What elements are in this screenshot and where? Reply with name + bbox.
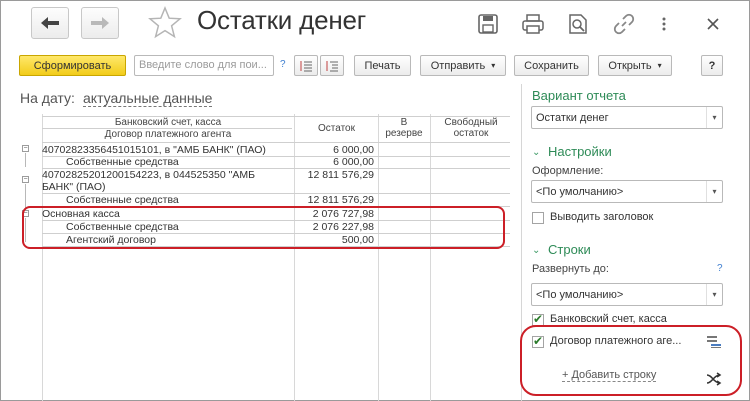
group-line [25,153,26,167]
chevron-down-icon[interactable]: ⌄ [532,147,540,158]
column-divider [378,114,379,401]
bank-account-label: Банковский счет, касса [550,313,667,325]
collapse-group-toggle[interactable]: − [22,145,29,152]
link-icon [613,13,635,35]
chevron-down-icon: ▾ [706,284,722,305]
table-row-balance: 6 000,00 [333,156,374,168]
expand-select[interactable]: <По умолчанию> ▾ [531,283,723,306]
header-reserve-line1: В [400,117,408,128]
preview-icon [569,14,587,34]
send-dropdown-icon: ▾ [491,61,496,70]
header-free-line1: Свободный [444,117,498,128]
send-button[interactable]: Отправить ▾ [420,55,506,76]
list-alt-icon [326,60,338,71]
show-header-label: Выводить заголовок [550,211,654,223]
list-alt-button[interactable] [320,55,344,76]
save-file-button[interactable] [476,12,500,36]
report-table: Банковский счет, касса Договор платежног… [20,114,512,401]
column-divider [42,114,43,401]
forward-button[interactable] [81,7,119,39]
back-button[interactable] [31,7,69,39]
header-free-line2: остаток [453,128,489,139]
header-balance: Остаток [318,123,355,134]
column-divider [430,114,431,401]
save-button[interactable]: Сохранить [514,55,589,76]
more-button[interactable] [657,17,671,31]
variant-select[interactable]: Остатки денег ▾ [531,106,723,129]
header-agent-contract: Договор платежного агента [104,129,232,140]
save-icon [478,14,498,34]
more-vertical-icon [662,17,666,31]
back-arrow-icon [41,17,59,29]
table-row-subitem[interactable]: Собственные средства [66,156,179,168]
table-row-balance: 12 811 576,29 [307,169,374,181]
open-label: Открыть [608,59,652,72]
print-button[interactable] [521,12,545,36]
table-row-balance: 6 000,00 [333,144,374,156]
settings-section-title[interactable]: Настройки [548,144,612,159]
expand-label: Развернуть до: [532,263,609,275]
table-row-account-name[interactable]: 40702825201200154223, в 044525350 "АМБ [42,169,255,181]
chevron-down-icon: ▾ [706,107,722,128]
title-bar: Остатки денег [1,1,749,45]
help-button[interactable]: ? [701,55,723,76]
close-button[interactable] [701,12,725,36]
header-reserve-line2: резерве [385,128,423,139]
link-button[interactable] [612,12,636,36]
table-row-balance: 12 811 576,29 [307,194,374,206]
expand-help-icon[interactable]: ? [717,263,723,274]
date-value-link[interactable]: актуальные данные [83,90,213,107]
show-header-checkbox[interactable] [532,212,544,224]
expand-select-value: <По умолчанию> [536,289,624,301]
chevron-down-icon: ▾ [706,181,722,202]
toolbar: Сформировать Введите слово для пои... ? … [0,55,750,77]
highlight-box [22,206,505,249]
design-select-value: <По умолчанию> [536,186,624,198]
header-bottom-line [42,142,510,143]
send-label: Отправить [430,59,486,72]
generate-button[interactable]: Сформировать [19,55,126,76]
date-label: На дату: [20,90,75,106]
variant-select-value: Остатки денег [536,112,609,124]
table-row-account-name-cont: БАНК" (ПАО) [42,181,106,193]
rows-section-title[interactable]: Строки [548,242,591,257]
collapse-group-toggle[interactable]: − [22,176,29,183]
highlight-box [520,325,742,396]
header-bank-account: Банковский счет, касса [114,117,222,128]
table-row-account-name[interactable]: 40702823356451015101, в "АМБ БАНК" (ПАО) [42,144,266,156]
open-dropdown-icon: ▾ [657,61,662,70]
design-select[interactable]: <По умолчанию> ▾ [531,180,723,203]
close-icon [707,18,719,30]
star-icon [148,6,182,39]
search-input[interactable]: Введите слово для пои... [134,55,274,76]
print-report-button[interactable]: Печать [354,55,411,76]
favorite-button[interactable] [147,5,183,44]
page-title: Остатки денег [197,5,367,35]
design-label: Оформление: [532,165,604,177]
preview-button[interactable] [566,12,590,36]
search-help-icon[interactable]: ? [280,59,286,70]
chevron-down-icon[interactable]: ⌄ [532,245,540,256]
list-view-button[interactable] [294,55,318,76]
variant-section-title: Вариант отчета [532,88,626,103]
table-row-subitem[interactable]: Собственные средства [66,194,179,206]
forward-arrow-icon [91,17,109,29]
list-icon [300,60,312,71]
open-button[interactable]: Открыть ▾ [598,55,672,76]
print-icon [522,14,544,34]
